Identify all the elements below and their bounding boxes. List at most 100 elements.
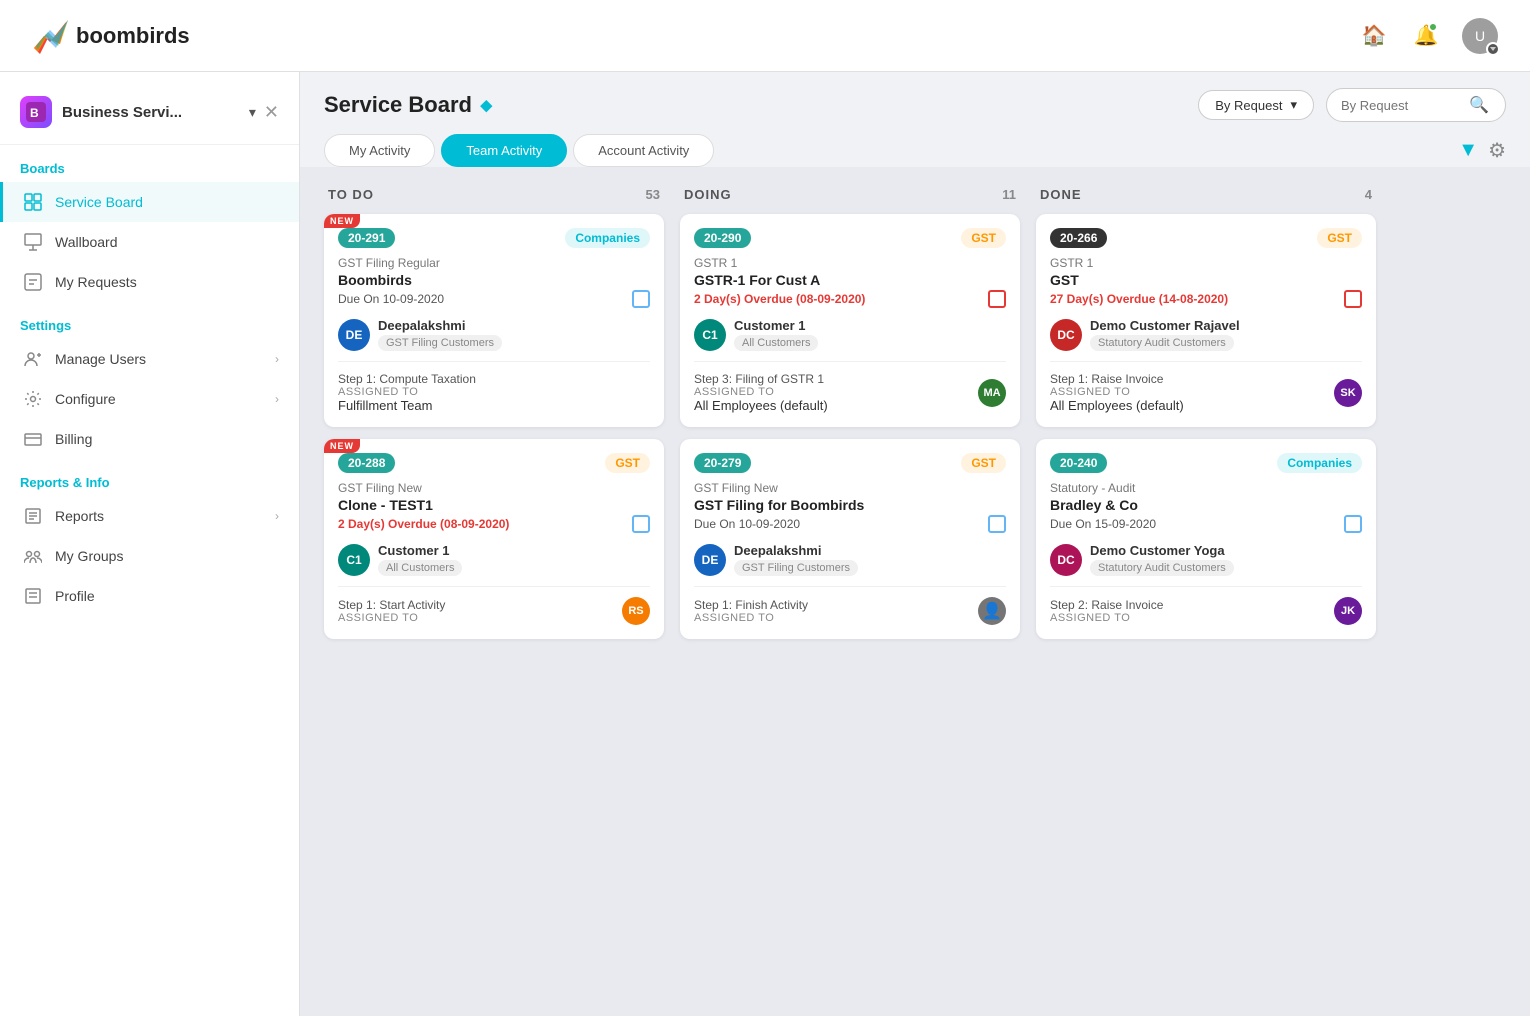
by-request-dropdown[interactable]: By Request ▾ (1198, 90, 1314, 120)
card-top: 20-291 Companies (338, 228, 650, 248)
card-id-badge: 20-288 (338, 453, 395, 473)
card-20-240[interactable]: 20-240 Companies Statutory - Audit Bradl… (1036, 439, 1376, 639)
card-step-row: Step 1: Start Activity ASSIGNED TO RS (338, 597, 650, 625)
sidebar-item-wallboard[interactable]: Wallboard (0, 222, 299, 262)
card-20-266[interactable]: 20-266 GST GSTR 1 GST 27 Day(s) Overdue … (1036, 214, 1376, 427)
card-20-291[interactable]: NEW 20-291 Companies GST Filing Regular … (324, 214, 664, 427)
page-header: Service Board ⬥ By Request ▾ 🔍 My Activi… (300, 72, 1530, 167)
sidebar: B Business Servi... ▾ ✕ Boards Service B… (0, 72, 300, 1016)
tab-account-activity[interactable]: Account Activity (573, 134, 714, 167)
card-step: Step 1: Start Activity (338, 598, 445, 612)
sidebar-service-board-label: Service Board (55, 194, 279, 210)
column-todo-count: 53 (646, 187, 660, 202)
step-team: All Employees (default) (1050, 398, 1184, 413)
sidebar-item-service-board[interactable]: Service Board (0, 182, 299, 222)
column-doing-title: DOING (684, 187, 732, 202)
sidebar-item-manage-users[interactable]: Manage Users › (0, 339, 299, 379)
sidebar-configure-label: Configure (55, 391, 263, 407)
search-input[interactable] (1341, 98, 1461, 113)
main-content: Service Board ⬥ By Request ▾ 🔍 My Activi… (300, 72, 1530, 1016)
card-20-288[interactable]: NEW 20-288 GST GST Filing New Clone - TE… (324, 439, 664, 639)
search-icon: 🔍 (1469, 95, 1489, 115)
step-avatar: 👤 (978, 597, 1006, 625)
sidebar-item-reports[interactable]: Reports › (0, 496, 299, 536)
sidebar-my-groups-label: My Groups (55, 548, 279, 564)
search-box: 🔍 (1326, 88, 1506, 122)
page-title-dot-icon: ⬥ (480, 95, 493, 116)
assignee-group: GST Filing Customers (378, 335, 502, 351)
card-assignee: DE Deepalakshmi GST Filing Customers (338, 318, 650, 362)
sidebar-business-name: Business Servi... (62, 104, 245, 121)
due-icon (632, 290, 650, 308)
sidebar-billing-label: Billing (55, 431, 279, 447)
step-label: ASSIGNED TO (338, 612, 445, 624)
card-name: GST Filing for Boombirds (694, 497, 1006, 513)
nav-right: 🏠 🔔 U (1358, 18, 1498, 54)
card-tag: GST (961, 228, 1006, 248)
column-done-title: DONE (1040, 187, 1082, 202)
filter-icon[interactable]: ▼ (1458, 139, 1478, 162)
card-tag: GST (1317, 228, 1362, 248)
tab-my-activity[interactable]: My Activity (324, 134, 435, 167)
step-label: ASSIGNED TO (1050, 612, 1163, 624)
step-info: Step 3: Filing of GSTR 1 ASSIGNED TO All… (694, 372, 828, 413)
step-avatar: RS (622, 597, 650, 625)
sidebar-item-profile[interactable]: Profile (0, 576, 299, 616)
profile-icon (23, 586, 43, 606)
assignee-avatar: DE (694, 544, 726, 576)
card-name: GST (1050, 272, 1362, 288)
card-step: Step 1: Raise Invoice (1050, 372, 1184, 386)
service-board-icon (23, 192, 43, 212)
card-tag: GST (605, 453, 650, 473)
card-due-overdue: 2 Day(s) Overdue (08-09-2020) (694, 292, 865, 306)
card-step-row: Step 2: Raise Invoice ASSIGNED TO JK (1050, 597, 1362, 625)
card-id-badge: 20-290 (694, 228, 751, 248)
card-name: Boombirds (338, 272, 650, 288)
step-label: ASSIGNED TO (1050, 386, 1184, 398)
card-due-row: 2 Day(s) Overdue (08-09-2020) (338, 515, 650, 533)
assignee-name: Deepalakshmi (378, 318, 502, 333)
sidebar-item-billing[interactable]: Billing (0, 419, 299, 459)
card-top: 20-288 GST (338, 453, 650, 473)
assignee-name: Demo Customer Yoga (1090, 543, 1234, 558)
column-doing-header: DOING 11 (680, 187, 1020, 202)
step-team: Fulfillment Team (338, 398, 476, 413)
card-due: Due On 15-09-2020 (1050, 517, 1156, 531)
due-icon (988, 290, 1006, 308)
card-20-279[interactable]: 20-279 GST GST Filing New GST Filing for… (680, 439, 1020, 639)
logo-bird-icon (32, 18, 68, 54)
card-20-290[interactable]: 20-290 GST GSTR 1 GSTR-1 For Cust A 2 Da… (680, 214, 1020, 427)
card-top: 20-279 GST (694, 453, 1006, 473)
column-todo-title: TO DO (328, 187, 374, 202)
card-category: GSTR 1 (1050, 256, 1362, 270)
card-due-row: Due On 15-09-2020 (1050, 515, 1362, 533)
due-icon (632, 515, 650, 533)
column-doing-count: 11 (1002, 187, 1016, 202)
sidebar-item-configure[interactable]: Configure › (0, 379, 299, 419)
assignee-name: Deepalakshmi (734, 543, 858, 558)
tab-team-activity[interactable]: Team Activity (441, 134, 567, 167)
notifications-icon[interactable]: 🔔 (1410, 20, 1442, 52)
sidebar-close-icon[interactable]: ✕ (264, 102, 279, 123)
step-avatar: SK (1334, 379, 1362, 407)
card-step: Step 1: Finish Activity (694, 598, 808, 612)
card-id-badge: 20-266 (1050, 228, 1107, 248)
user-avatar[interactable]: U (1462, 18, 1498, 54)
card-top: 20-290 GST (694, 228, 1006, 248)
card-step-row: Step 3: Filing of GSTR 1 ASSIGNED TO All… (694, 372, 1006, 413)
column-done-count: 4 (1365, 187, 1372, 202)
sidebar-item-my-groups[interactable]: My Groups (0, 536, 299, 576)
new-badge: NEW (324, 439, 360, 453)
avatar-initials: U (1475, 28, 1485, 44)
column-doing: DOING 11 20-290 GST GSTR 1 GSTR-1 For Cu… (680, 187, 1020, 996)
sidebar-reports-label: Reports (55, 508, 263, 524)
assignee-info: Demo Customer Rajavel Statutory Audit Cu… (1090, 318, 1240, 351)
sidebar-item-my-requests[interactable]: My Requests (0, 262, 299, 302)
sidebar-chevron-icon[interactable]: ▾ (249, 104, 256, 121)
card-assignee: DC Demo Customer Rajavel Statutory Audit… (1050, 318, 1362, 362)
home-icon[interactable]: 🏠 (1358, 20, 1390, 52)
svg-text:B: B (30, 106, 39, 120)
board-settings-icon[interactable]: ⚙ (1488, 138, 1506, 163)
card-name: Clone - TEST1 (338, 497, 650, 513)
card-step-row: Step 1: Finish Activity ASSIGNED TO 👤 (694, 597, 1006, 625)
